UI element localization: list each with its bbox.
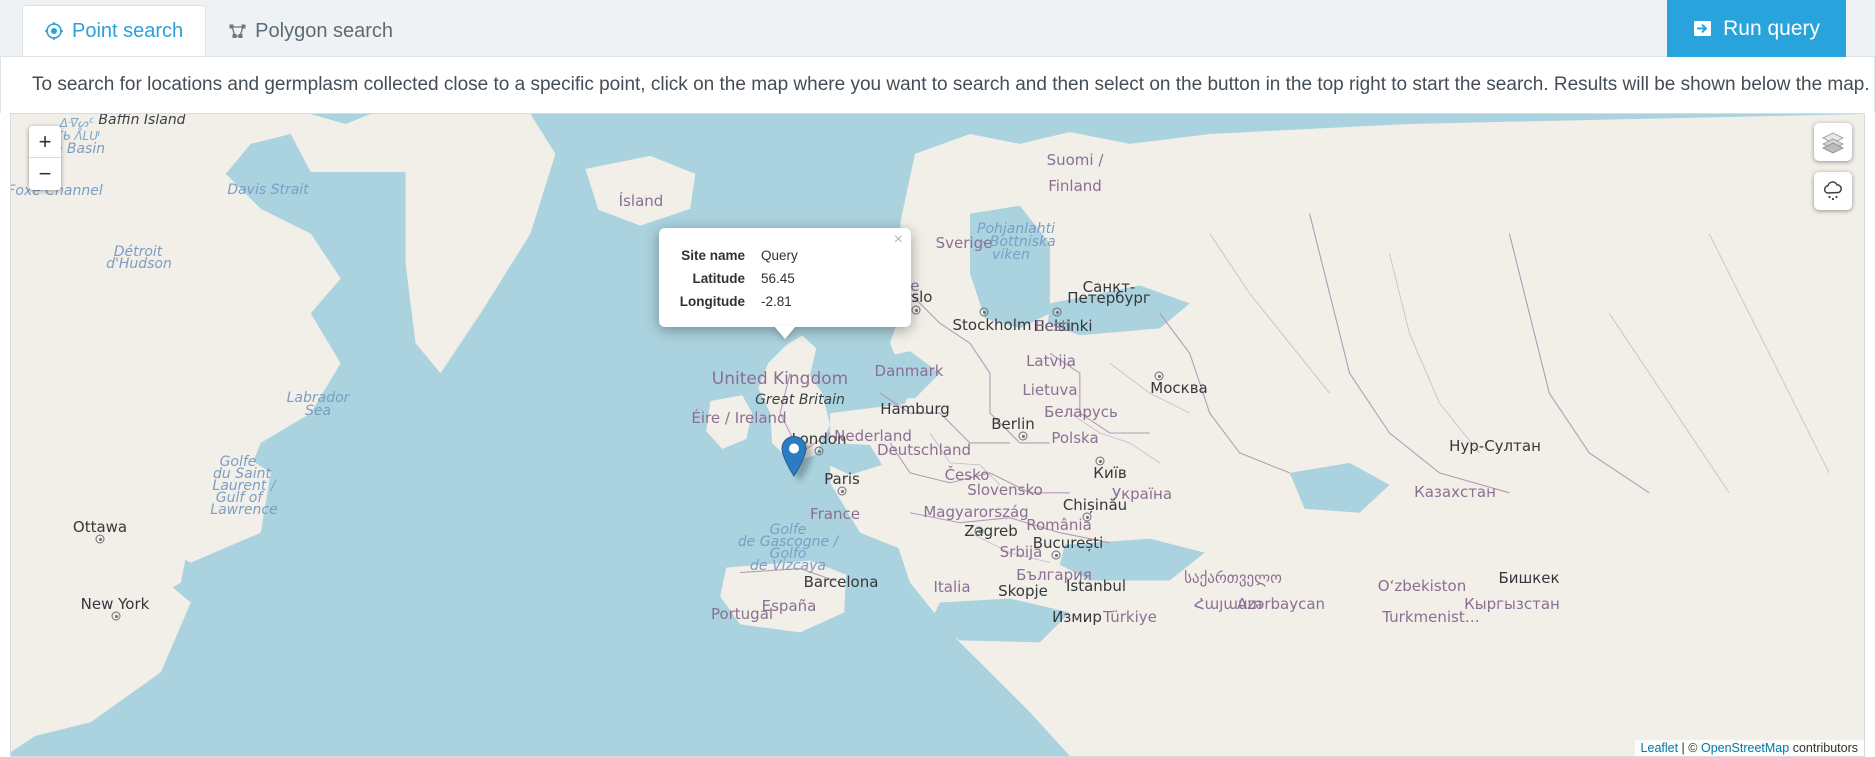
run-query-label: Run query	[1723, 16, 1820, 40]
cloud-snow-icon	[1821, 179, 1845, 203]
polygon-icon	[229, 23, 246, 40]
popup-row-key: Site name	[681, 248, 745, 263]
popup-row-key: Latitude	[692, 271, 746, 286]
tab-polygon-search[interactable]: Polygon search	[206, 5, 416, 56]
map-control-stack	[1814, 123, 1852, 210]
query-location-marker[interactable]	[781, 435, 808, 482]
layers-control-button[interactable]	[1814, 123, 1852, 161]
popup-row-value: Query	[761, 248, 798, 263]
tab-point-search[interactable]: Point search	[22, 5, 207, 56]
popup-body: × Site name Query Latitude 56.45 Longitude -2…	[659, 228, 911, 327]
attribution-separator: |	[1678, 741, 1689, 755]
attribution-contributors: contributors	[1789, 741, 1858, 755]
zoom-out-button[interactable]: −	[29, 158, 61, 190]
popup-row: Site name Query	[665, 244, 897, 267]
weather-layer-button[interactable]	[1814, 172, 1852, 210]
run-query-button[interactable]: Run query	[1667, 0, 1846, 57]
instructions-text: To search for locations and germplasm co…	[0, 57, 1875, 113]
popup-row-key: Longitude	[679, 294, 745, 309]
zoom-control: + −	[29, 126, 61, 190]
map-tiles[interactable]	[11, 114, 1864, 756]
site-info-popup[interactable]: × Site name Query Latitude 56.45 Longitude -2…	[659, 228, 911, 340]
site-info-table: Site name Query Latitude 56.45 Longitude -2.8…	[665, 244, 897, 313]
point-search-page: Point search Polygon search Run query To…	[0, 0, 1875, 757]
openstreetmap-link[interactable]: OpenStreetMap	[1701, 741, 1789, 755]
arrow-into-box-icon	[1693, 19, 1712, 38]
popup-row-value: -2.81	[761, 294, 792, 309]
popup-close-icon[interactable]: ×	[894, 232, 903, 248]
tab-bar: Point search Polygon search Run query	[0, 0, 1875, 57]
leaflet-link[interactable]: Leaflet	[1641, 741, 1679, 755]
tab-point-search-label: Point search	[72, 20, 184, 42]
layers-stack-icon	[1821, 130, 1845, 154]
crosshair-icon	[45, 22, 63, 40]
popup-row: Latitude 56.45	[665, 267, 897, 290]
zoom-in-button[interactable]: +	[29, 126, 61, 158]
popup-row-value: 56.45	[761, 271, 795, 286]
map-attribution: Leaflet | © OpenStreetMap contributors	[1634, 740, 1864, 756]
copyright-symbol: ©	[1688, 741, 1701, 755]
tab-bar-spacer	[416, 5, 1667, 56]
leaflet-map[interactable]: ᐃᐌᔕᑦ ᑕᑲ ᐰᒪᑧ Foxe Basin Baffin Island Foxe Ch…	[10, 113, 1865, 757]
popup-row: Longitude -2.81	[665, 290, 897, 313]
tab-polygon-search-label: Polygon search	[255, 20, 394, 42]
popup-tip	[774, 326, 796, 339]
